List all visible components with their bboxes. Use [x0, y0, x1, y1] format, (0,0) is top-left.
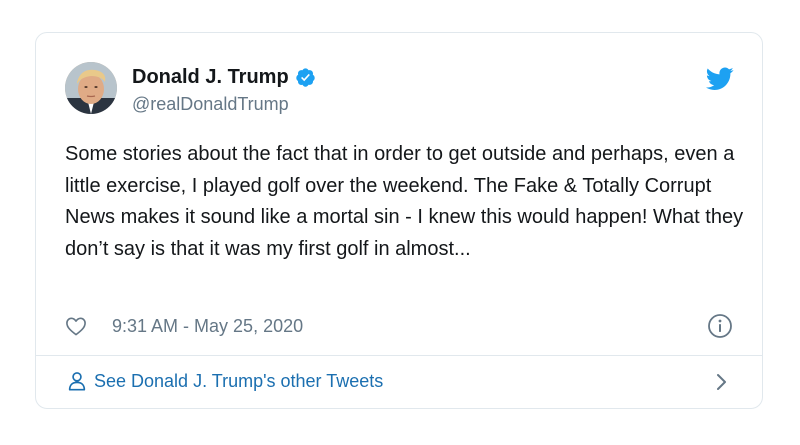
other-tweets-link[interactable]: See Donald J. Trump's other Tweets — [66, 369, 383, 393]
person-outline-icon — [66, 370, 88, 392]
author-handle[interactable]: @realDonaldTrump — [132, 94, 289, 115]
info-circle-icon[interactable] — [707, 313, 733, 339]
verified-badge-icon — [295, 67, 316, 88]
author-avatar[interactable] — [65, 62, 117, 114]
twitter-bird-icon[interactable] — [705, 67, 734, 91]
embedded-tweet-card: Donald J. Trump @realDonaldTrump Some st… — [35, 32, 763, 409]
card-divider — [36, 355, 762, 356]
heart-outline-icon[interactable] — [65, 316, 87, 336]
chevron-right-icon[interactable] — [714, 372, 728, 392]
other-tweets-label[interactable]: See Donald J. Trump's other Tweets — [94, 371, 383, 392]
author-name[interactable]: Donald J. Trump — [132, 66, 289, 89]
author-name-row[interactable]: Donald J. Trump — [132, 66, 316, 89]
tweet-meta: 9:31 AM - May 25, 2020 — [65, 313, 303, 339]
tweet-timestamp[interactable]: 9:31 AM - May 25, 2020 — [112, 316, 303, 337]
tweet-text: Some stories about the fact that in orde… — [65, 143, 744, 260]
